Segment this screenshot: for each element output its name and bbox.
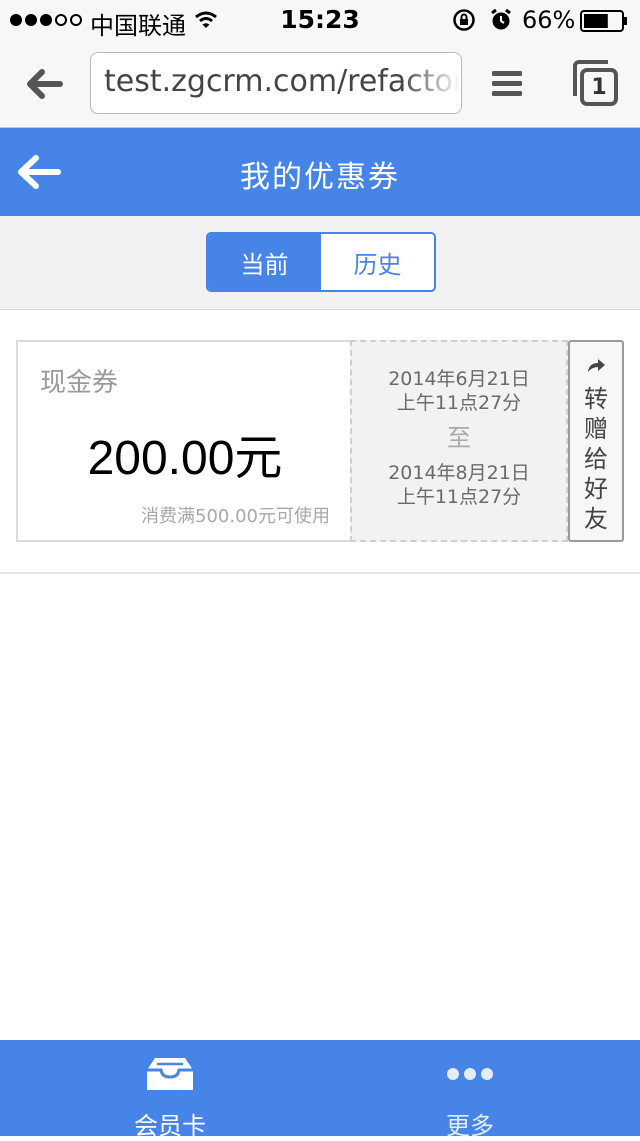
page-title: 我的优惠券: [240, 160, 400, 195]
status-bar: 中国联通 15:23 66%: [0, 0, 640, 40]
rotation-lock-icon: [453, 9, 475, 31]
battery-percent: 66%: [522, 6, 576, 34]
tab-member-card[interactable]: 会员卡: [10, 1040, 330, 1140]
end-time: 上午11点27分: [396, 486, 522, 508]
coupon-list: 现金券 200.00元 消费满500.00元可使用 2014年6月21日 上午1…: [0, 310, 640, 574]
browser-back-icon[interactable]: [22, 62, 66, 106]
alarm-icon: [491, 8, 511, 30]
bottom-tab-bar: 会员卡 更多: [0, 1040, 640, 1140]
tab-count: 1: [591, 75, 607, 100]
coupon-validity: 2014年6月21日 上午11点27分 至 2014年8月21日 上午11点27…: [350, 340, 568, 542]
ellipsis-icon: [447, 1068, 493, 1080]
tabs-button[interactable]: 1: [570, 58, 620, 108]
app-header: 我的优惠券: [0, 128, 640, 216]
hamburger-menu-icon[interactable]: [490, 66, 526, 102]
share-to-friend-button[interactable]: 转赠给好友: [568, 340, 624, 542]
tab-current[interactable]: 当前: [208, 234, 321, 290]
end-date: 2014年8月21日: [388, 462, 530, 484]
tab-more[interactable]: 更多: [310, 1040, 630, 1140]
share-arrow-icon: [588, 359, 605, 372]
browser-toolbar: test.zgcrm.com/refactor/ 1: [0, 40, 640, 128]
start-time: 上午11点27分: [396, 392, 522, 414]
filter-bar: 当前 历史: [0, 216, 640, 310]
battery-icon: [580, 10, 627, 32]
coupon-condition: 消费满500.00元可使用: [141, 506, 330, 527]
coupon-type: 现金券: [40, 368, 119, 398]
share-label: 转赠给好友: [584, 385, 608, 533]
card-tray-icon: [147, 1058, 193, 1090]
start-date: 2014年6月21日: [388, 368, 530, 390]
segmented-control: 当前 历史: [206, 232, 436, 292]
url-field[interactable]: test.zgcrm.com/refactor/: [90, 52, 462, 114]
coupon-card: 现金券 200.00元 消费满500.00元可使用 2014年6月21日 上午1…: [16, 340, 624, 542]
coupon-main: 现金券 200.00元 消费满500.00元可使用: [16, 340, 350, 542]
coupon-amount: 200.00元: [87, 432, 283, 485]
tab-history[interactable]: 历史: [321, 234, 434, 290]
date-separator: 至: [447, 424, 471, 452]
